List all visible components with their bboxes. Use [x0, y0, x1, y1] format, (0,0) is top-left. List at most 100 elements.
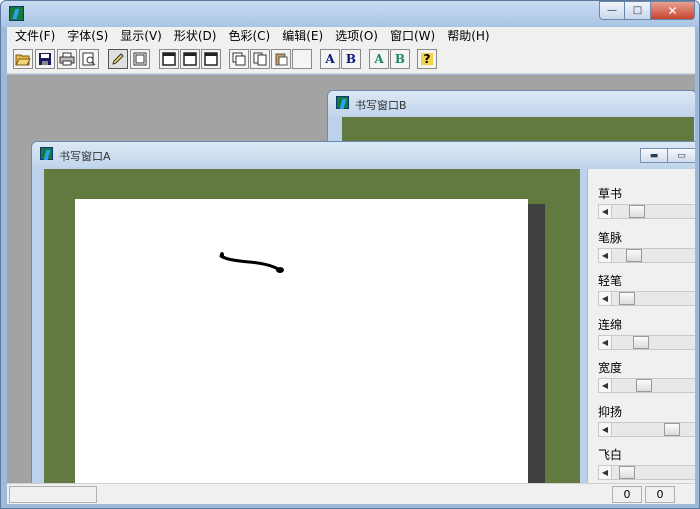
main-window: — □ ✕ 文件(F) 字体(S) 显示(V) 形状(D) 色彩(C) 编辑(E…: [0, 0, 700, 509]
window-layout-2-button[interactable]: [180, 49, 200, 69]
window-layout-1-icon: [162, 52, 176, 66]
maximize-icon: ▭: [677, 150, 686, 161]
frame-button[interactable]: [130, 49, 150, 69]
help-button[interactable]: ?: [417, 49, 437, 69]
window-layout-1-button[interactable]: [159, 49, 179, 69]
print-icon: [59, 52, 75, 66]
save-icon: [39, 53, 51, 65]
menu-bar: 文件(F) 字体(S) 显示(V) 形状(D) 色彩(C) 编辑(E) 选项(O…: [7, 27, 695, 46]
slider-label: 宽度: [598, 361, 623, 375]
slider-thumb[interactable]: [619, 292, 635, 305]
color-b-button[interactable]: B: [390, 49, 410, 69]
print-preview-icon: [82, 52, 96, 66]
close-icon: ✕: [667, 3, 678, 18]
scroll-left-arrow-icon[interactable]: ◀: [599, 292, 612, 305]
scroll-left-arrow-icon[interactable]: ◀: [599, 379, 612, 392]
slider-track[interactable]: ◀: [598, 465, 695, 480]
slider-thumb[interactable]: [619, 466, 635, 479]
menu-color[interactable]: 色彩(C): [222, 27, 276, 46]
scroll-left-arrow-icon[interactable]: ◀: [599, 422, 612, 436]
slider-label: 抑扬: [598, 404, 623, 419]
frame-icon: [133, 52, 147, 66]
minimize-button[interactable]: —: [599, 1, 625, 20]
paste-icon: [275, 53, 288, 66]
slider-thumb[interactable]: [629, 205, 645, 218]
menu-font[interactable]: 字体(S): [61, 27, 114, 46]
slider-thumb[interactable]: [664, 422, 680, 436]
maximize-button[interactable]: □: [625, 1, 651, 20]
open-button[interactable]: [13, 49, 33, 69]
color-a-button[interactable]: A: [369, 49, 389, 69]
brush-settings-panel: 草书 ◀ 笔脉 ◀ 轻笔 ◀ 连绵 ◀ 宽度 ◀ 抑扬 ◀ 飞白 ◀: [587, 169, 695, 483]
window-a-canvas: [44, 169, 580, 483]
slider-track[interactable]: ◀: [598, 378, 695, 393]
window-b-title-bar[interactable]: 书写窗口B: [328, 91, 695, 116]
menu-file[interactable]: 文件(F): [9, 27, 61, 46]
slider-label: 连绵: [598, 317, 623, 332]
save-button[interactable]: [35, 49, 55, 69]
cut-button[interactable]: [229, 49, 249, 69]
window-layout-2-icon: [183, 52, 197, 66]
slider-label: 笔脉: [598, 230, 623, 245]
slider-label: 草书: [598, 187, 623, 201]
slider-track[interactable]: ◀: [598, 247, 695, 263]
app-icon: [9, 6, 24, 21]
mdi-client-area: 书写窗口B 书写窗口A ▬ ▭ 草书 ◀ 笔脉 ◀ 轻笔 ◀ 连绵 ◀ 宽度 ◀…: [7, 75, 695, 483]
scroll-left-arrow-icon[interactable]: ◀: [599, 205, 612, 218]
menu-help[interactable]: 帮助(H): [441, 27, 495, 46]
pen-button[interactable]: [108, 49, 128, 69]
cut-icon: [232, 52, 246, 66]
slider-thumb[interactable]: [633, 335, 649, 349]
scroll-left-arrow-icon[interactable]: ◀: [599, 335, 612, 349]
writing-paper[interactable]: [75, 199, 528, 483]
copy-button[interactable]: [250, 49, 270, 69]
slider-track[interactable]: ◀: [598, 204, 695, 219]
scroll-left-arrow-icon[interactable]: ◀: [599, 466, 612, 479]
title-bar[interactable]: — □ ✕: [1, 1, 699, 27]
status-x-value: 0: [612, 486, 642, 503]
window-layout-3-icon: [204, 52, 218, 66]
slider-track[interactable]: ◀: [598, 421, 695, 437]
slider-thumb[interactable]: [626, 248, 642, 262]
blank-button[interactable]: [292, 49, 312, 69]
font-b-button[interactable]: B: [341, 49, 361, 69]
menu-shape[interactable]: 形状(D): [168, 27, 223, 46]
menu-edit[interactable]: 编辑(E): [276, 27, 329, 46]
minimize-icon: —: [607, 5, 617, 16]
color-b-icon: B: [394, 52, 406, 66]
window-a-minimize-button[interactable]: ▬: [640, 148, 668, 163]
pen-icon: [112, 53, 124, 65]
font-a-icon: A: [325, 52, 335, 66]
scroll-left-arrow-icon[interactable]: ◀: [599, 248, 612, 262]
menu-view[interactable]: 显示(V): [114, 27, 168, 46]
print-button[interactable]: [57, 49, 77, 69]
window-layout-3-button[interactable]: [201, 49, 221, 69]
close-button[interactable]: ✕: [651, 1, 695, 20]
window-a-title-bar[interactable]: 书写窗口A ▬ ▭: [32, 142, 695, 167]
status-y-value: 0: [645, 486, 675, 503]
help-icon: ?: [420, 53, 434, 65]
window-a-maximize-button[interactable]: ▭: [668, 148, 695, 163]
paste-button[interactable]: [271, 49, 291, 69]
window-a-title: 书写窗口A: [59, 150, 111, 163]
slider-thumb[interactable]: [636, 379, 652, 392]
menu-options[interactable]: 选项(O): [329, 27, 384, 46]
print-preview-button[interactable]: [79, 49, 99, 69]
status-message-pane: [9, 486, 97, 503]
slider-label: 轻笔: [598, 274, 623, 288]
font-b-icon: B: [345, 52, 357, 66]
writing-window-a[interactable]: 书写窗口A ▬ ▭ 草书 ◀ 笔脉 ◀ 轻笔 ◀ 连绵 ◀ 宽度 ◀ 抑扬 ◀ 飞白 ◀: [31, 141, 695, 483]
font-a-button[interactable]: A: [320, 49, 340, 69]
slider-track[interactable]: ◀: [598, 291, 695, 306]
copy-icon: [253, 52, 267, 66]
menu-window[interactable]: 窗口(W): [384, 27, 441, 46]
window-b-title: 书写窗口B: [355, 99, 407, 112]
toolbar: A B A B ?: [7, 46, 695, 74]
maximize-icon: □: [632, 5, 643, 16]
color-a-icon: A: [374, 52, 384, 66]
window-a-app-icon: [40, 147, 53, 160]
status-bar: 0 0: [7, 483, 695, 504]
minimize-icon: ▬: [649, 150, 659, 161]
slider-track[interactable]: ◀: [598, 334, 695, 350]
open-folder-icon: [15, 54, 31, 66]
